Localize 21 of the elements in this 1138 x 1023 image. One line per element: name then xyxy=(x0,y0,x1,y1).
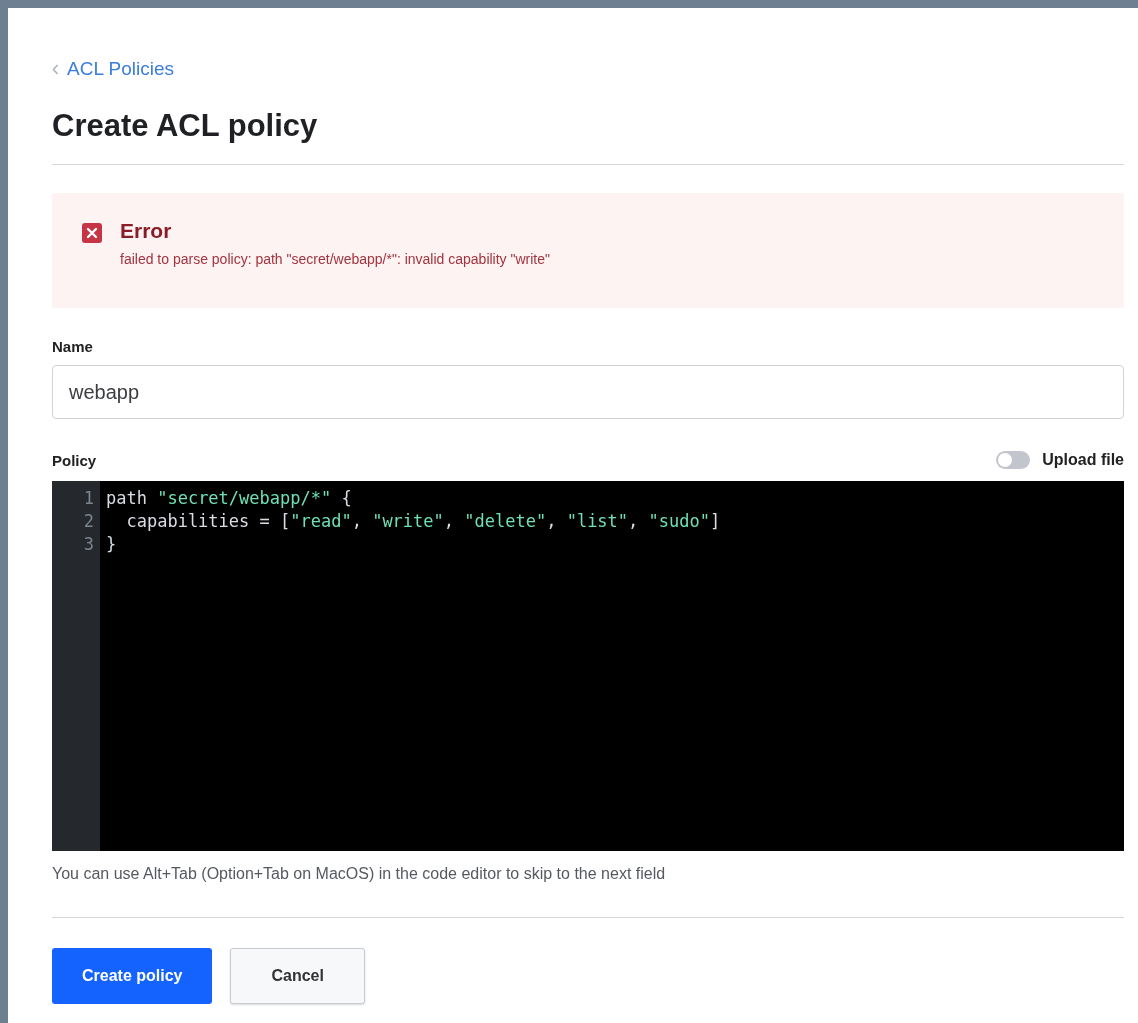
line-number: 2 xyxy=(82,510,94,533)
code-line: } xyxy=(106,533,118,556)
code-line: path "secret/webapp/*" { xyxy=(106,487,353,510)
line-number: 1 xyxy=(82,487,94,510)
chevron-left-icon xyxy=(52,63,59,75)
help-text: You can use Alt+Tab (Option+Tab on MacOS) in the code editor to skip to the next field xyxy=(52,865,667,883)
field-label: Policy xyxy=(52,451,97,469)
page-title: Create ACL policy xyxy=(52,108,319,144)
breadcrumb-link[interactable]: ACL Policies xyxy=(52,58,174,80)
error-icon xyxy=(82,223,102,243)
toggle-label: Upload file xyxy=(1042,451,1124,469)
name-input-field[interactable]: webapp xyxy=(52,365,1124,419)
error-title: Error xyxy=(120,219,173,243)
cancel-button[interactable]: Cancel xyxy=(230,948,365,1004)
field-label: Name xyxy=(52,338,94,355)
toggle-switch[interactable] xyxy=(996,451,1031,469)
create-button[interactable]: Create policy xyxy=(52,948,213,1004)
line-number: 3 xyxy=(82,533,94,556)
code-editor[interactable]: 1 2 3 path "secret/webapp/*" { capabilities = ["read", "write", "delete", "list", "sudo"] } xyxy=(52,481,1124,851)
code-line: capabilities = ["read", "write", "delete", "list", "sudo"] xyxy=(125,510,721,533)
error-message: failed to parse policy: path "secret/webapp/*": invalid capability "write" xyxy=(120,251,550,267)
